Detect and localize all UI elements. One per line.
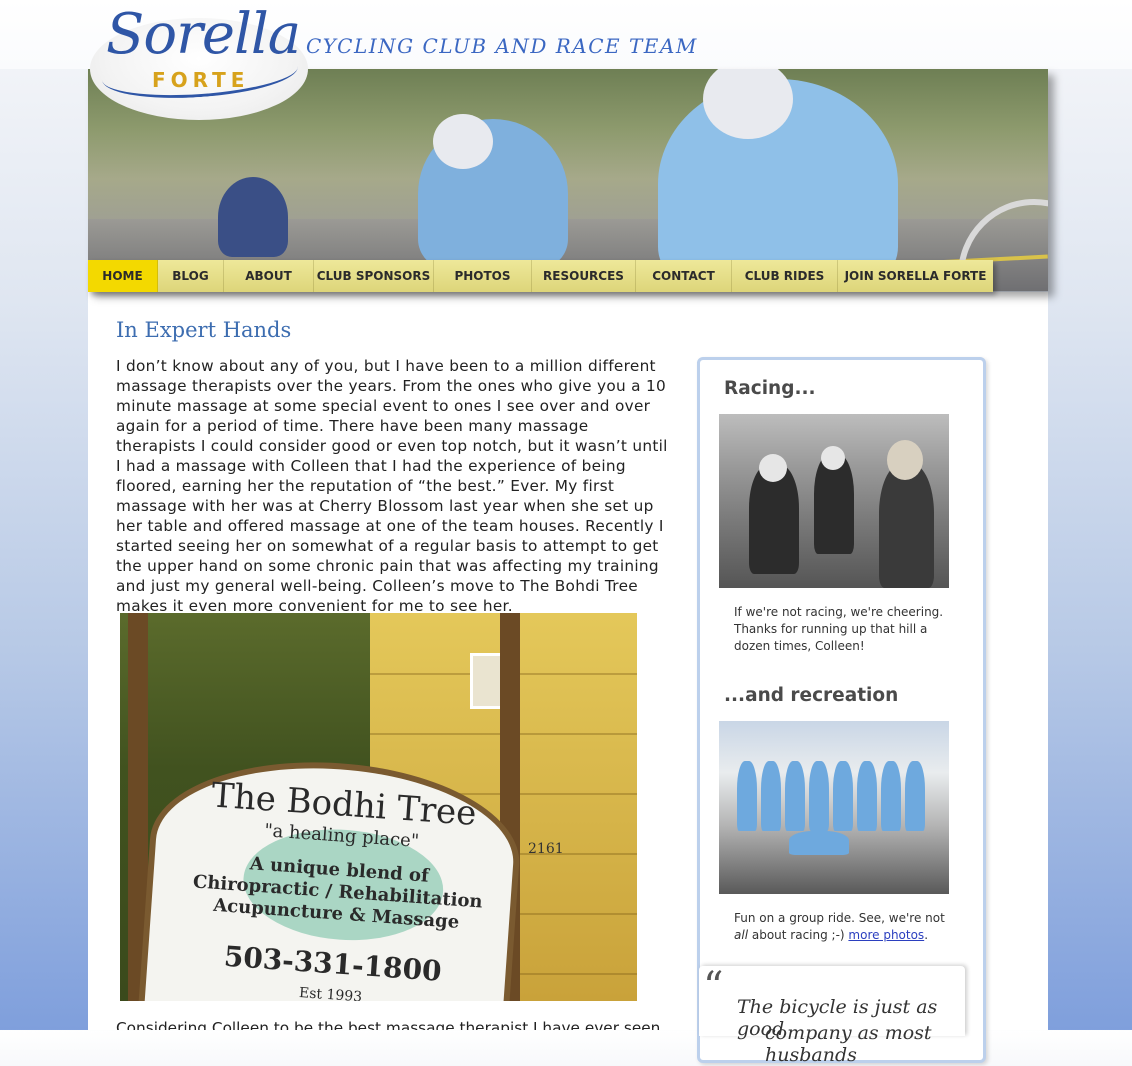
- racing-photo[interactable]: [719, 414, 949, 588]
- main-nav: HOME BLOG ABOUT CLUB SPONSORS PHOTOS RES…: [88, 260, 993, 292]
- nav-item-about[interactable]: ABOUT: [224, 260, 314, 292]
- recreation-photo[interactable]: [719, 721, 949, 894]
- post-body: I don’t know about any of you, but I hav…: [116, 357, 668, 615]
- nav-item-photos[interactable]: PHOTOS: [434, 260, 532, 292]
- nav-item-club-rides[interactable]: CLUB RIDES: [732, 260, 838, 292]
- nav-item-club-sponsors[interactable]: CLUB SPONSORS: [314, 260, 434, 292]
- quote-mark-icon: “: [703, 964, 724, 1010]
- nav-item-contact[interactable]: CONTACT: [636, 260, 732, 292]
- quote-text-line2: company as most husbands: [765, 1022, 932, 1066]
- bodhi-tree-sign-photo: The Bodhi Tree "a healing place" A uniqu…: [120, 613, 637, 1001]
- logo-sub-text: FORTE: [152, 68, 250, 92]
- banner-helmet: [433, 114, 493, 169]
- banner-rider: [218, 177, 288, 257]
- nav-item-resources[interactable]: RESOURCES: [532, 260, 636, 292]
- nav-item-blog[interactable]: BLOG: [158, 260, 224, 292]
- site-tagline: CYCLING CLUB AND RACE TEAM: [306, 34, 698, 58]
- post-title[interactable]: In Expert Hands: [116, 318, 291, 342]
- house-address-number: 2161: [528, 841, 564, 857]
- quote-box: “ The bicycle is just as good company as…: [699, 964, 965, 1066]
- sidebar-recreation-heading: ...and recreation: [724, 685, 899, 706]
- sidebar-racing-heading: Racing...: [724, 378, 816, 399]
- nav-item-join[interactable]: JOIN SORELLA FORTE: [838, 260, 993, 292]
- sign-services: A unique blend of Chiropractic / Rehabil…: [192, 853, 484, 933]
- logo-script-text: Sorella: [106, 2, 301, 67]
- more-photos-link[interactable]: more photos: [848, 928, 924, 942]
- site-logo[interactable]: Sorella FORTE: [88, 2, 310, 122]
- sidebar: Racing... If we're not racing, we're che…: [697, 357, 986, 1063]
- nav-item-home[interactable]: HOME: [88, 260, 158, 292]
- post-body-continued: Considering Colleen to be the best massa…: [116, 1019, 668, 1030]
- recreation-caption: Fun on a group ride. See, we're not all …: [734, 911, 945, 942]
- racing-caption: If we're not racing, we're cheering. Tha…: [734, 605, 944, 653]
